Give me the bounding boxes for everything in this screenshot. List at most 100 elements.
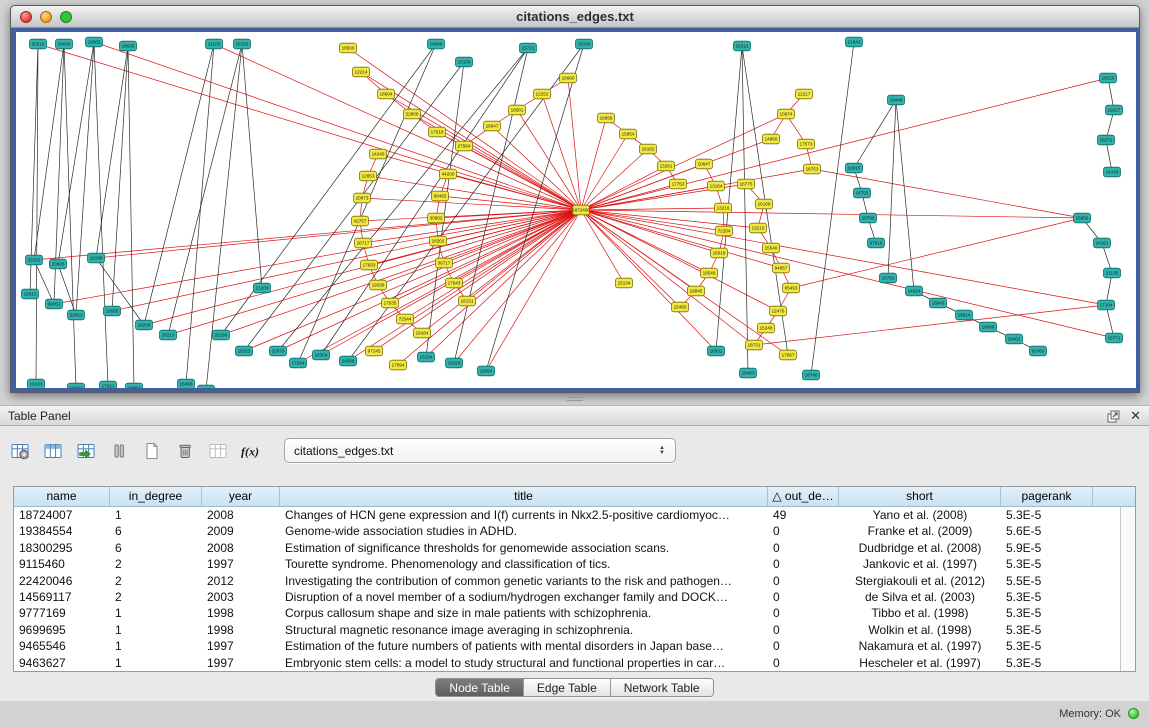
column-header-short[interactable]: short — [839, 487, 1001, 506]
graph-edge[interactable] — [581, 78, 1108, 210]
graph-node[interactable]: 14161 — [1094, 238, 1111, 248]
graph-node[interactable]: 16854 — [126, 383, 143, 388]
table-cell[interactable]: 5.3E-5 — [1001, 605, 1093, 621]
table-cell[interactable]: 18724007 — [14, 507, 110, 523]
table-cell[interactable]: 2003 — [202, 589, 280, 605]
graph-node[interactable]: 19336 — [370, 280, 387, 290]
graph-node[interactable]: 16660 — [560, 73, 577, 83]
graph-node[interactable]: 21106 — [1104, 268, 1121, 278]
graph-node[interactable]: 20799 — [860, 213, 877, 223]
graph-node[interactable]: 94857 — [773, 263, 790, 273]
table-cell[interactable]: 1 — [110, 605, 202, 621]
graph-node[interactable]: 10974 — [778, 109, 795, 119]
graph-edge[interactable] — [112, 46, 128, 311]
graph-node[interactable]: 36717 — [436, 258, 453, 268]
graph-node[interactable]: 17594 — [390, 360, 407, 370]
graph-node[interactable]: 16845 — [688, 286, 705, 296]
graph-node[interactable]: 18091 — [68, 383, 85, 388]
graph-node[interactable]: 18604 — [378, 89, 395, 99]
graph-node[interactable]: 19227 — [1106, 105, 1123, 115]
table-cell[interactable]: 2 — [110, 556, 202, 572]
network-window-titlebar[interactable]: citations_edges.txt — [11, 6, 1139, 28]
graph-node[interactable]: 15248 — [758, 323, 775, 333]
graph-edge[interactable] — [298, 44, 436, 363]
graph-node[interactable]: 19013 — [22, 289, 39, 299]
table-cell[interactable]: Estimation of the future numbers of pati… — [280, 638, 768, 654]
close-panel-icon[interactable]: ✕ — [1130, 406, 1141, 426]
table-cell[interactable]: 1997 — [202, 638, 280, 654]
graph-node[interactable]: 16914 — [956, 310, 973, 320]
table-cell[interactable]: 1997 — [202, 556, 280, 572]
table-settings-icon[interactable] — [7, 440, 33, 462]
column-header-in_degree[interactable]: in_degree — [110, 487, 202, 506]
graph-node[interactable]: 16016 — [711, 248, 728, 258]
graph-node[interactable]: 13210 — [750, 223, 767, 233]
graph-edge[interactable] — [854, 100, 896, 168]
graph-node[interactable]: 1872400 — [572, 205, 590, 215]
minimize-window-button[interactable] — [40, 11, 52, 23]
graph-edge[interactable] — [76, 42, 94, 315]
graph-edge[interactable] — [348, 48, 581, 210]
graph-edge[interactable] — [581, 208, 723, 210]
function-builder-icon[interactable]: f(x) — [238, 440, 264, 462]
table-cell[interactable]: 5.3E-5 — [1001, 589, 1093, 605]
graph-node[interactable]: 20673 — [354, 193, 371, 203]
graph-node[interactable]: 18463 — [740, 368, 757, 378]
table-cell[interactable]: 22420046 — [14, 573, 110, 589]
graph-node[interactable]: 27584 — [456, 141, 473, 151]
table-cell[interactable]: Wolkin et al. (1998) — [839, 622, 1001, 638]
graph-edge[interactable] — [467, 210, 581, 301]
graph-node[interactable]: 42757 — [352, 216, 369, 226]
graph-edge[interactable] — [581, 118, 606, 210]
graph-node[interactable]: 16771 — [1106, 333, 1123, 343]
table-cell[interactable]: 0 — [768, 573, 839, 589]
graph-node[interactable]: 18228 — [1100, 73, 1117, 83]
graph-node[interactable]: 18253 — [236, 346, 253, 356]
table-cell[interactable]: Stergiakouli et al. (2012) — [839, 573, 1001, 589]
graph-node[interactable]: 19096 — [980, 322, 997, 332]
graph-node[interactable]: 97245 — [366, 346, 383, 356]
graph-edge[interactable] — [422, 210, 581, 333]
graph-node[interactable]: 14240 — [370, 149, 387, 159]
graph-node[interactable]: 16581 — [509, 105, 526, 115]
graph-node[interactable]: 19565 — [86, 37, 103, 47]
table-row[interactable]: 946362711997Embryonic stem cells: a mode… — [14, 655, 1135, 671]
table-cell[interactable]: Hescheler et al. (1997) — [839, 655, 1001, 671]
table-cell[interactable]: Yano et al. (2008) — [839, 507, 1001, 523]
graph-node[interactable]: 15540 — [763, 243, 780, 253]
graph-node[interactable]: 16162 — [640, 144, 657, 154]
table-disabled-icon[interactable] — [205, 440, 231, 462]
column-header-out_de[interactable]: △ out_de… — [768, 487, 839, 506]
graph-node[interactable]: 15134 — [616, 278, 633, 288]
graph-node[interactable]: 15958 — [1074, 213, 1091, 223]
table-cell[interactable]: Jankovic et al. (1997) — [839, 556, 1001, 572]
table-cell[interactable]: Corpus callosum shape and size in male p… — [280, 605, 768, 621]
table-cell[interactable]: Disruption of a novel member of a sodium… — [280, 589, 768, 605]
table-row[interactable]: 1456911722003Disruption of a novel membe… — [14, 589, 1135, 605]
graph-node[interactable]: 20213 — [160, 330, 177, 340]
graph-node[interactable]: 16256 — [136, 320, 153, 330]
graph-edge[interactable] — [581, 139, 771, 210]
graph-node[interactable]: 13216 — [715, 203, 732, 213]
graph-node[interactable]: 18647 — [484, 121, 501, 131]
graph-node[interactable]: 12217 — [796, 89, 813, 99]
graph-node[interactable]: 21843 — [846, 37, 863, 47]
graph-node[interactable]: 17104 — [1098, 300, 1115, 310]
table-cell[interactable]: 1998 — [202, 622, 280, 638]
graph-node[interactable]: 20370 — [270, 346, 287, 356]
graph-edge[interactable] — [581, 210, 1106, 305]
graph-node[interactable]: 15466 — [178, 379, 195, 388]
table-columns-icon[interactable] — [40, 440, 66, 462]
table-cell[interactable]: 0 — [768, 523, 839, 539]
graph-node[interactable]: 18329 — [446, 358, 463, 368]
table-cell[interactable]: 5.9E-5 — [1001, 540, 1093, 556]
table-cell[interactable]: 1 — [110, 622, 202, 638]
close-window-button[interactable] — [20, 11, 32, 23]
table-row[interactable]: 1872400712008Changes of HCN gene express… — [14, 507, 1135, 523]
graph-node[interactable]: 18753 — [804, 164, 821, 174]
table-cell[interactable]: 19384554 — [14, 523, 110, 539]
table-cell[interactable]: 5.3E-5 — [1001, 507, 1093, 523]
graph-node[interactable]: 67919 — [868, 238, 885, 248]
graph-node[interactable]: 15721 — [520, 43, 537, 53]
table-row[interactable]: 969969511998Structural magnetic resonanc… — [14, 622, 1135, 638]
